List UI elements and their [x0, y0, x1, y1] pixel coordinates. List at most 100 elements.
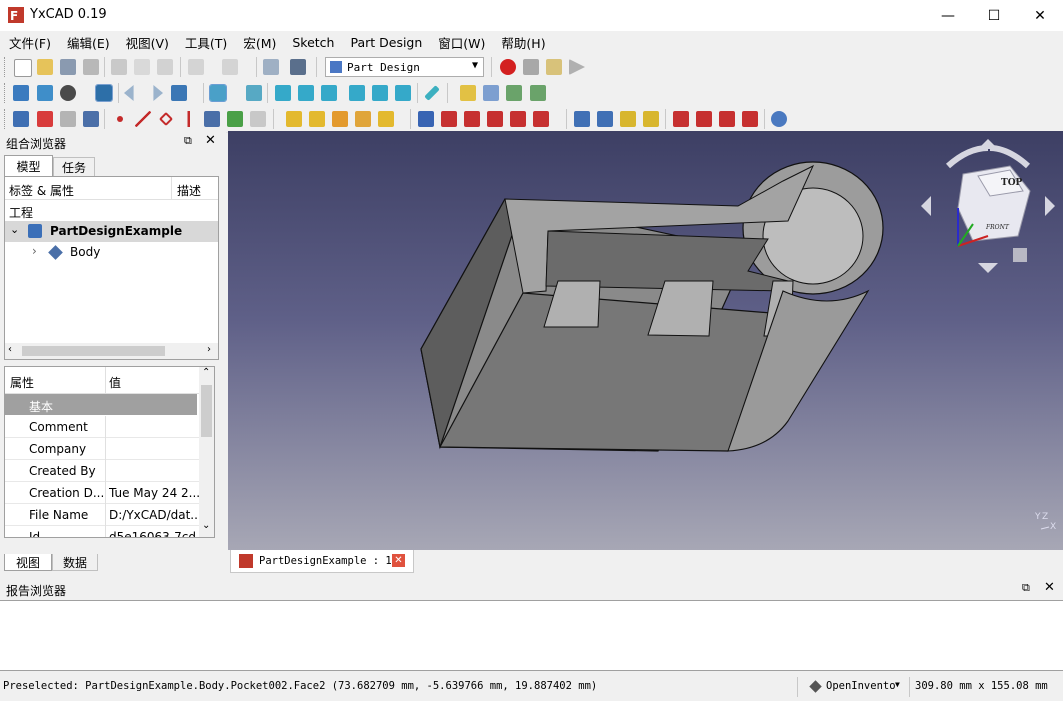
create-body-icon[interactable] — [13, 111, 29, 127]
front-view-icon[interactable] — [275, 85, 291, 101]
close-panel-icon[interactable]: ✕ — [205, 133, 216, 148]
datum-point-icon[interactable] — [117, 116, 123, 122]
zoom-icon[interactable] — [209, 84, 227, 102]
property-row[interactable]: Company — [5, 438, 199, 460]
copy-icon[interactable] — [134, 59, 150, 75]
expand-arrow-icon[interactable]: ⌄ — [10, 223, 19, 236]
whats-this-icon[interactable] — [290, 59, 306, 75]
attach-sketch-icon[interactable] — [83, 111, 99, 127]
property-group[interactable]: 基本 — [5, 394, 197, 415]
bottom-view-icon[interactable] — [372, 85, 388, 101]
refresh-icon[interactable] — [263, 59, 279, 75]
forward-arrow-icon[interactable] — [153, 85, 163, 101]
tree-header-description[interactable]: 描述 — [177, 182, 201, 199]
close-tab-icon[interactable]: ✕ — [392, 554, 405, 567]
additive-loft-icon[interactable] — [332, 111, 348, 127]
close-report-icon[interactable]: ✕ — [1044, 580, 1055, 595]
redo-icon[interactable] — [222, 59, 238, 75]
linear-pattern-icon[interactable] — [597, 111, 613, 127]
link-actions-icon[interactable] — [530, 85, 546, 101]
paste-icon[interactable] — [157, 59, 173, 75]
fillet-icon[interactable] — [673, 111, 689, 127]
stop-macro-icon[interactable] — [523, 59, 539, 75]
menu-help[interactable]: 帮助(H) — [493, 33, 553, 52]
datum-line-icon[interactable] — [135, 111, 151, 127]
menu-sketch[interactable]: Sketch — [284, 35, 342, 50]
property-row[interactable]: Creation D... Tue May 24 2... — [5, 482, 199, 504]
subtractive-pipe-icon[interactable] — [510, 111, 526, 127]
datum-plane-icon[interactable] — [158, 111, 174, 127]
sync-view-icon[interactable] — [171, 85, 187, 101]
fit-all-icon[interactable] — [13, 85, 29, 101]
navigation-cube[interactable] — [918, 136, 1058, 276]
tree-item-document[interactable]: ⌄ PartDesignExample — [5, 221, 218, 242]
float-panel-icon[interactable]: ⧉ — [184, 134, 192, 148]
navigation-style-selector[interactable]: OpenInvento ▼ — [805, 677, 907, 697]
cut-icon[interactable] — [111, 59, 127, 75]
menu-window[interactable]: 窗口(W) — [430, 33, 493, 52]
left-view-icon[interactable] — [395, 85, 411, 101]
property-row[interactable]: Id d5e16063-7cd — [5, 526, 199, 537]
revolution-icon[interactable] — [309, 111, 325, 127]
back-arrow-icon[interactable] — [124, 85, 134, 101]
menu-file[interactable]: 文件(F) — [0, 33, 59, 52]
float-report-icon[interactable]: ⧉ — [1022, 581, 1030, 595]
clone-icon[interactable] — [250, 111, 266, 127]
boolean-icon[interactable] — [771, 111, 787, 127]
chamfer-icon[interactable] — [696, 111, 712, 127]
draft-icon[interactable] — [719, 111, 735, 127]
tree-item-body[interactable]: › Body — [5, 242, 218, 263]
property-row[interactable]: File Name D:/YxCAD/dat... — [5, 504, 199, 526]
menu-view[interactable]: 视图(V) — [118, 33, 177, 52]
menu-tools[interactable]: 工具(T) — [177, 33, 235, 52]
navcube-top-label[interactable]: TOP — [1001, 178, 1022, 188]
property-row[interactable]: Created By — [5, 460, 199, 482]
property-vscrollbar[interactable]: ⌃ ⌄ — [199, 367, 214, 537]
close-button[interactable]: ✕ — [1017, 0, 1063, 31]
3d-viewport[interactable]: TOP FRONT Y Z X — [228, 131, 1063, 550]
groove-icon[interactable] — [464, 111, 480, 127]
workbench-selector[interactable]: Part Design ▼ — [325, 57, 484, 77]
tab-view[interactable]: 视图 — [4, 554, 52, 571]
hole-icon[interactable] — [441, 111, 457, 127]
pocket-icon[interactable] — [418, 111, 434, 127]
scroll-left-icon[interactable]: ‹ — [8, 344, 12, 355]
polar-pattern-icon[interactable] — [620, 111, 636, 127]
draw-style-icon[interactable] — [60, 85, 76, 101]
minimize-button[interactable]: — — [925, 0, 971, 31]
tab-model[interactable]: 模型 — [4, 155, 53, 176]
subtractive-loft-icon[interactable] — [487, 111, 503, 127]
edit-macro-icon[interactable] — [546, 59, 562, 75]
maximize-button[interactable]: ☐ — [971, 0, 1017, 31]
scroll-up-icon[interactable]: ⌃ — [202, 367, 210, 378]
isometric-view-icon[interactable] — [246, 85, 262, 101]
bounding-box-icon[interactable] — [95, 84, 113, 102]
save-icon[interactable] — [60, 59, 76, 75]
scroll-right-icon[interactable]: › — [207, 344, 211, 355]
property-row[interactable]: Comment — [5, 416, 199, 438]
pad-icon[interactable] — [286, 111, 302, 127]
tree-hscrollbar[interactable]: ‹ › — [5, 343, 218, 359]
tab-data[interactable]: 数据 — [52, 554, 98, 571]
undo-icon[interactable] — [188, 59, 204, 75]
additive-pipe-icon[interactable] — [355, 111, 371, 127]
document-tab[interactable]: PartDesignExample : 1 ✕ — [230, 550, 414, 573]
create-part-icon[interactable] — [460, 85, 476, 101]
subshape-binder-icon[interactable] — [227, 111, 243, 127]
thickness-icon[interactable] — [742, 111, 758, 127]
scroll-down-icon[interactable]: ⌄ — [202, 520, 210, 531]
run-macro-icon[interactable] — [569, 59, 585, 75]
new-file-icon[interactable] — [14, 59, 32, 77]
mirrored-icon[interactable] — [574, 111, 590, 127]
create-sketch-icon[interactable] — [37, 111, 53, 127]
property-header-value[interactable]: 值 — [109, 374, 121, 391]
multi-transform-icon[interactable] — [643, 111, 659, 127]
top-view-icon[interactable] — [298, 85, 314, 101]
tree-header-label[interactable]: 标签 & 属性 — [9, 182, 74, 199]
rear-view-icon[interactable] — [349, 85, 365, 101]
open-file-icon[interactable] — [37, 59, 53, 75]
validate-sketch-icon[interactable] — [60, 111, 76, 127]
menu-part-design[interactable]: Part Design — [342, 35, 430, 50]
report-view-content[interactable] — [0, 600, 1063, 671]
tab-task[interactable]: 任务 — [53, 157, 95, 176]
